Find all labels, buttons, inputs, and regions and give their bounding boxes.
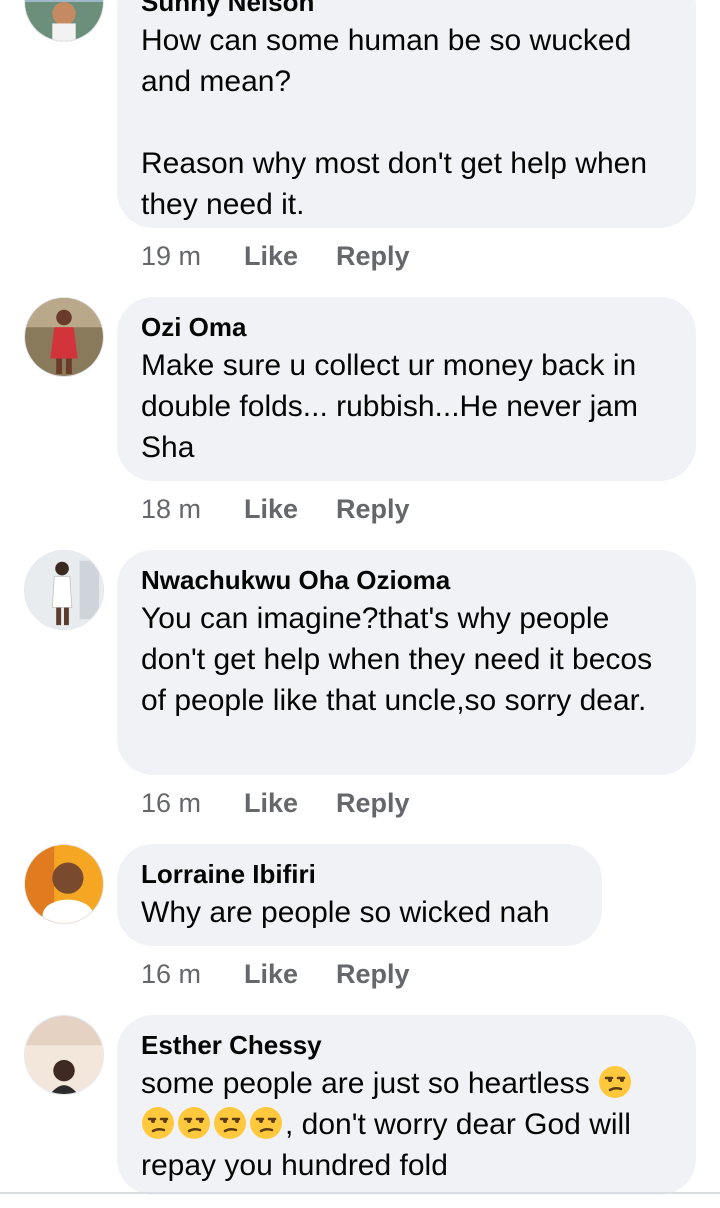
like-button[interactable]: Like: [244, 788, 336, 819]
unamused-face-icon: [177, 1106, 211, 1140]
unamused-face-icon: [249, 1106, 283, 1140]
like-button[interactable]: Like: [244, 494, 336, 525]
comment-text-line: some people are just so heartless: [141, 1067, 590, 1100]
commenter-name[interactable]: Sunny Nelson: [141, 0, 672, 18]
avatar[interactable]: [24, 0, 104, 42]
avatar[interactable]: [24, 1015, 104, 1095]
comment-text: Why are people so wicked nah: [141, 896, 550, 929]
comment-text: Make sure u collect ur money back in dou…: [141, 349, 647, 464]
commenter-name[interactable]: Nwachukwu Oha Ozioma: [141, 564, 672, 596]
commenter-name[interactable]: Ozi Oma: [141, 311, 672, 343]
bottom-divider: [0, 1192, 720, 1194]
unamused-face-icon: [598, 1065, 632, 1099]
comment-actions: 16 m Like Reply: [141, 785, 410, 821]
like-button[interactable]: Like: [244, 241, 336, 272]
comment-bubble: Lorraine Ibifiri Why are people so wicke…: [117, 844, 602, 946]
comment-time[interactable]: 16 m: [141, 788, 244, 819]
comment-text: How can some human be so wucked and mean…: [141, 24, 648, 221]
unamused-face-icon: [213, 1106, 247, 1140]
comment-bubble: Sunny Nelson How can some human be so wu…: [117, 0, 696, 228]
comment-text: some people are just so heartless , don'…: [141, 1063, 672, 1186]
comment-actions: 18 m Like Reply: [141, 491, 410, 527]
unamused-face-icon: [141, 1106, 175, 1140]
commenter-name[interactable]: Lorraine Ibifiri: [141, 858, 578, 890]
comment-time[interactable]: 19 m: [141, 241, 244, 272]
comment-actions: 16 m Like Reply: [141, 956, 410, 992]
comment-actions: 19 m Like Reply: [141, 238, 410, 274]
reply-button[interactable]: Reply: [336, 241, 410, 272]
reply-button[interactable]: Reply: [336, 788, 410, 819]
reply-button[interactable]: Reply: [336, 959, 410, 990]
comment-time[interactable]: 16 m: [141, 959, 244, 990]
comment-bubble: Esther Chessy some people are just so he…: [117, 1015, 696, 1195]
comment-text-line: , don't worry dear God will: [285, 1108, 631, 1141]
avatar[interactable]: [24, 297, 104, 377]
comment-bubble: Ozi Oma Make sure u collect ur money bac…: [117, 297, 696, 481]
comment-text-line: repay you hundred fold: [141, 1149, 448, 1182]
reply-button[interactable]: Reply: [336, 494, 410, 525]
commenter-name[interactable]: Esther Chessy: [141, 1029, 672, 1061]
like-button[interactable]: Like: [244, 959, 336, 990]
comment-bubble: Nwachukwu Oha Ozioma You can imagine?tha…: [117, 550, 696, 775]
comment-text: You can imagine?that's why people don't …: [141, 602, 661, 717]
avatar[interactable]: [24, 550, 104, 630]
avatar[interactable]: [24, 844, 104, 924]
comment-time[interactable]: 18 m: [141, 494, 244, 525]
